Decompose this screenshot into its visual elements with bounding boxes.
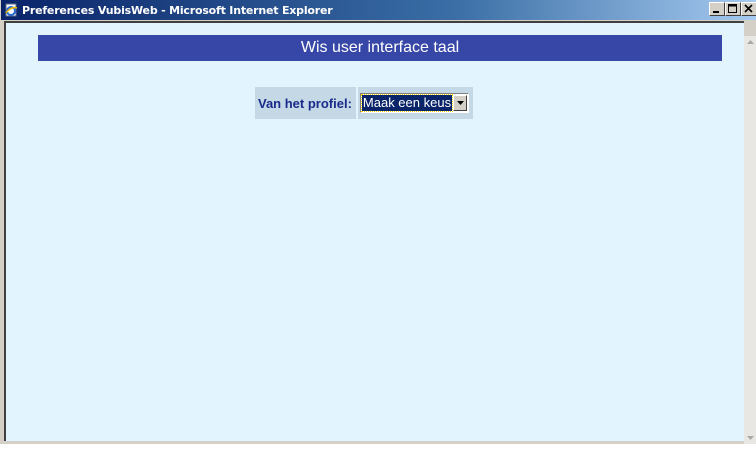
browser-window: Preferences VubisWeb - Microsoft Interne… — [0, 0, 756, 444]
maximize-icon — [728, 4, 737, 13]
scroll-up-button[interactable] — [744, 36, 756, 49]
minimize-button[interactable] — [709, 2, 725, 16]
chevron-down-icon — [456, 101, 464, 105]
profile-select-value: Maak een keus — [360, 94, 454, 112]
window-controls — [709, 2, 756, 16]
vertical-scrollbar[interactable] — [744, 36, 756, 444]
close-button[interactable] — [741, 2, 756, 16]
dropdown-arrow-button[interactable] — [453, 95, 468, 111]
title-bar[interactable]: Preferences VubisWeb - Microsoft Interne… — [1, 0, 756, 20]
close-icon — [744, 4, 753, 13]
page-title: Wis user interface taal — [300, 39, 460, 56]
page-header-bar: Wis user interface taal — [38, 35, 722, 61]
ie-page-icon — [4, 3, 18, 17]
scroll-down-button[interactable] — [744, 431, 756, 444]
profile-label: Van het profiel: — [258, 95, 352, 111]
arrow-up-icon — [747, 40, 754, 44]
maximize-button[interactable] — [725, 2, 741, 16]
profile-label-cell: Van het profiel: — [255, 87, 356, 119]
arrow-down-icon — [747, 436, 754, 440]
window-title: Preferences VubisWeb - Microsoft Interne… — [22, 3, 333, 17]
minimize-icon — [713, 11, 719, 13]
profile-form-row: Van het profiel: Maak een keus — [255, 87, 474, 119]
profile-select[interactable]: Maak een keus — [359, 93, 470, 113]
page-viewport: Wis user interface taal Van het profiel:… — [4, 21, 744, 441]
profile-select-cell: Maak een keus — [357, 87, 474, 119]
